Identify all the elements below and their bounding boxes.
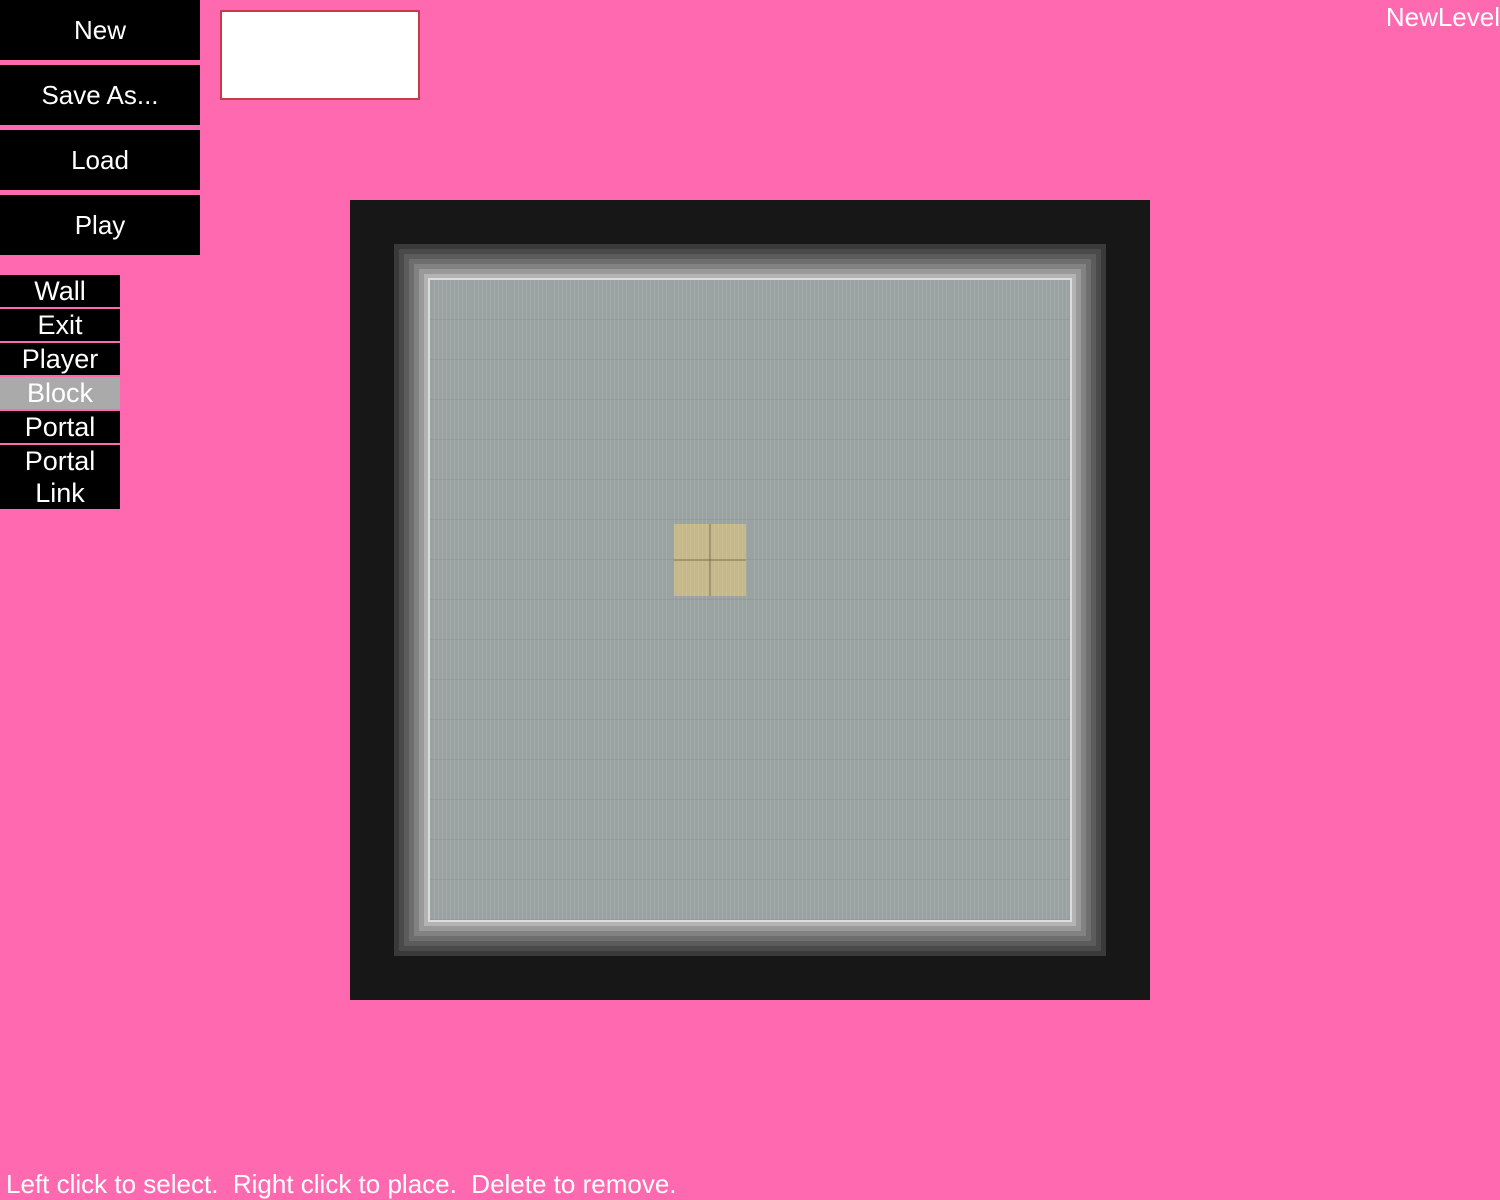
tool-portal-link-label-line1: Portal (24, 446, 96, 476)
load-button[interactable]: Load (0, 130, 200, 190)
play-button[interactable]: Play (0, 195, 200, 255)
tool-portal-link-button[interactable]: Portal Link (0, 445, 120, 509)
board-floor[interactable] (430, 280, 1070, 920)
game-board[interactable] (350, 200, 1150, 1000)
tool-portal-link-label-line2: Link (35, 478, 85, 508)
tool-exit-button[interactable]: Exit (0, 309, 120, 341)
level-name-label: NewLevel (1385, 2, 1500, 32)
tool-portal-button[interactable]: Portal (0, 411, 120, 443)
level-editor: New Save As... Load Play Wall Exit Playe… (0, 0, 1500, 1200)
tool-player-button[interactable]: Player (0, 343, 120, 375)
status-instructions: Left click to select. Right click to pla… (6, 1169, 677, 1199)
board-block-tile[interactable] (674, 524, 746, 596)
tool-block-button[interactable]: Block (0, 377, 120, 409)
save-as-button[interactable]: Save As... (0, 65, 200, 125)
level-name-input[interactable] (220, 10, 420, 100)
tool-wall-button[interactable]: Wall (0, 275, 120, 307)
new-button[interactable]: New (0, 0, 200, 60)
